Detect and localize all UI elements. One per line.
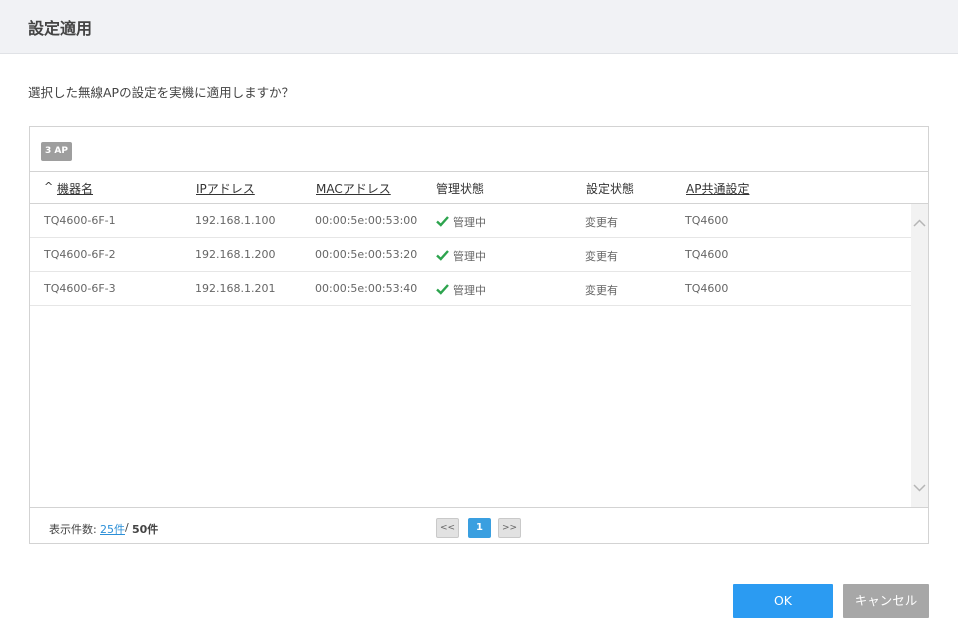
table-row[interactable]: TQ4600-6F-3 192.168.1.201 00:00:5e:00:53… <box>30 272 911 306</box>
cell-ip: 192.168.1.201 <box>195 282 276 295</box>
page-1-button[interactable]: 1 <box>468 518 491 538</box>
table-row[interactable]: TQ4600-6F-2 192.168.1.200 00:00:5e:00:53… <box>30 238 911 272</box>
cell-mgmt-state: 管理中 <box>436 214 486 230</box>
dialog-title: 設定適用 <box>28 19 93 38</box>
table-scrollbar[interactable] <box>911 204 928 507</box>
scroll-down-icon[interactable] <box>912 480 927 495</box>
cell-ip: 192.168.1.100 <box>195 214 276 227</box>
cell-mac: 00:00:5e:00:53:00 <box>315 214 418 227</box>
table-row[interactable]: TQ4600-6F-1 192.168.1.100 00:00:5e:00:53… <box>30 204 911 238</box>
column-header-mgmt-state: 管理状態 <box>436 182 485 196</box>
count-separator: / <box>125 521 129 534</box>
ap-table-panel: 3 AP ^ 機器名 IPアドレス MACアドレス 管理状態 設定状態 AP共通… <box>29 126 929 544</box>
dialog-header: 設定適用 <box>0 0 958 54</box>
cell-mac: 00:00:5e:00:53:40 <box>315 282 418 295</box>
next-page-button[interactable]: >> <box>498 518 521 538</box>
cell-ap-common: TQ4600 <box>685 282 729 295</box>
cell-config-state: 変更有 <box>585 284 618 297</box>
cell-mgmt-state: 管理中 <box>436 248 486 264</box>
cell-device-name: TQ4600-6F-3 <box>44 282 116 295</box>
column-header-config-state: 設定状態 <box>586 182 635 196</box>
cell-mgmt-state: 管理中 <box>436 282 486 298</box>
check-icon <box>436 284 449 295</box>
ok-button[interactable]: OK <box>733 584 833 618</box>
table-footer: 表示件数: 25件 / 50件 << 1 >> <box>30 507 928 543</box>
column-header-ip[interactable]: IPアドレス <box>196 180 255 197</box>
prev-page-button[interactable]: << <box>436 518 459 538</box>
column-header-ap-common[interactable]: AP共通設定 <box>686 180 749 197</box>
mgmt-state-label: 管理中 <box>453 216 486 229</box>
cell-device-name: TQ4600-6F-2 <box>44 248 116 261</box>
ap-count-badge: 3 AP <box>41 142 72 161</box>
column-header-device-name[interactable]: 機器名 <box>57 180 93 197</box>
cell-config-state: 変更有 <box>585 250 618 263</box>
cell-ip: 192.168.1.200 <box>195 248 276 261</box>
confirm-message: 選択した無線APの設定を実機に適用しますか？ <box>28 85 295 100</box>
cell-ap-common: TQ4600 <box>685 214 729 227</box>
table-body: TQ4600-6F-1 192.168.1.100 00:00:5e:00:53… <box>30 204 911 507</box>
cell-config-state: 変更有 <box>585 216 618 229</box>
check-icon <box>436 216 449 227</box>
cancel-button[interactable]: キャンセル <box>843 584 929 618</box>
table-header: ^ 機器名 IPアドレス MACアドレス 管理状態 設定状態 AP共通設定 <box>30 171 928 204</box>
page-size-label: 表示件数: <box>49 523 97 536</box>
sort-ascending-icon: ^ <box>44 180 54 193</box>
cell-device-name: TQ4600-6F-1 <box>44 214 116 227</box>
scroll-up-icon[interactable] <box>912 216 927 231</box>
page-size-link[interactable]: 25件 <box>100 521 125 537</box>
check-icon <box>436 250 449 261</box>
cell-ap-common: TQ4600 <box>685 248 729 261</box>
cell-mac: 00:00:5e:00:53:20 <box>315 248 418 261</box>
column-header-mac[interactable]: MACアドレス <box>316 180 391 197</box>
total-count: 50件 <box>132 523 159 536</box>
mgmt-state-label: 管理中 <box>453 284 486 297</box>
mgmt-state-label: 管理中 <box>453 250 486 263</box>
